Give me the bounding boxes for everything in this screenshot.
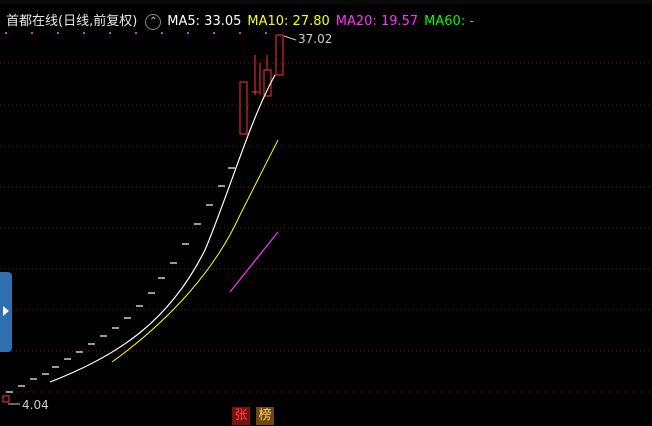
ma20-line [229, 231, 279, 293]
zhang-badge[interactable]: 张 [232, 407, 250, 425]
min-price-label: 4.04 [22, 398, 49, 412]
max-arrow [283, 35, 297, 41]
min-candle [2, 395, 10, 403]
marker-dot [5, 32, 7, 34]
marker-dot [265, 32, 267, 34]
kline-chart[interactable] [0, 0, 652, 426]
ma10-label: MA10: 27.80 [247, 14, 330, 29]
ma10-line [111, 139, 279, 363]
marker-dot [31, 32, 33, 34]
bang-badge[interactable]: 榜 [256, 407, 274, 425]
ma20-label: MA20: 19.57 [335, 14, 419, 29]
ma60-label: MA60: - [424, 14, 475, 29]
marker-dot [57, 32, 59, 34]
marker-dot [239, 32, 241, 34]
ma5-label: MA5: 33.05 [167, 14, 242, 29]
ma5-line [49, 74, 276, 383]
marker-dot [83, 32, 85, 34]
expand-sidebar-button[interactable] [0, 272, 12, 352]
marker-dot [135, 32, 137, 34]
marker-dot [109, 32, 111, 34]
marker-dot [213, 32, 215, 34]
marker-dot [161, 32, 163, 34]
up-candle [263, 69, 272, 97]
max-price-label: 37.02 [298, 32, 333, 46]
collapse-chevron-icon[interactable]: ⌃ [145, 13, 162, 30]
up-candle [275, 34, 284, 76]
stock-title: 首都在线(日线,前复权) [6, 14, 138, 29]
up-candle [239, 81, 248, 135]
chart-header: 首都在线(日线,前复权) ⌃ MA5: 33.05 MA10: 27.80 MA20: … [6, 10, 480, 30]
marker-dot [187, 32, 189, 34]
